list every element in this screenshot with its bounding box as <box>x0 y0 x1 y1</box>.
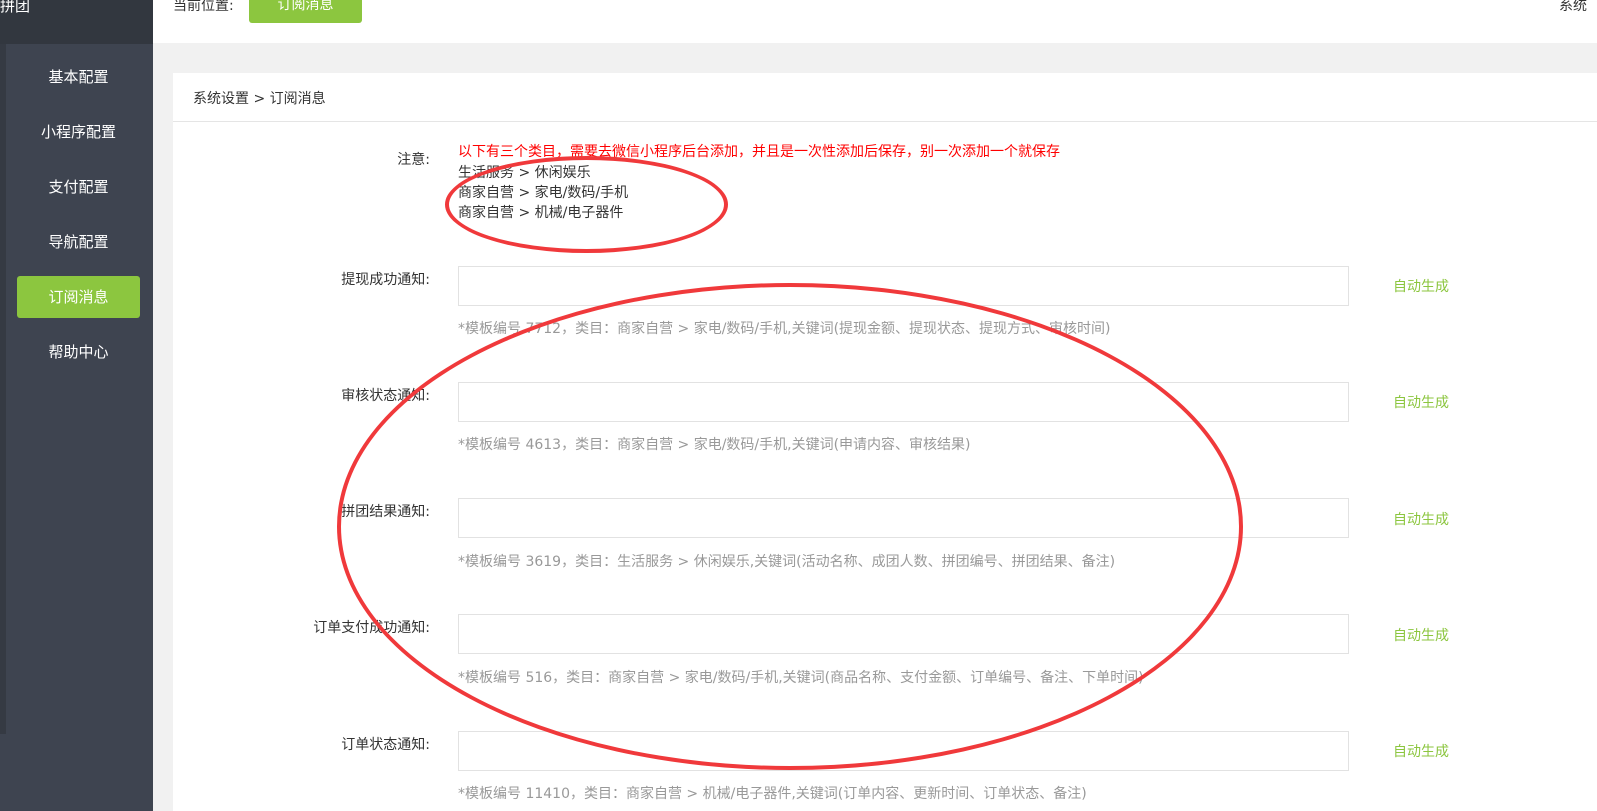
sidebar: 拼团 基本配置 小程序配置 支付配置 导航配置 订阅消息 帮助中心 <box>0 0 153 811</box>
sidebar-item-basic-config[interactable]: 基本配置 <box>17 56 140 98</box>
order-status-auto-generate-link[interactable]: 自动生成 <box>1393 741 1449 761</box>
note-category-1: 生活服务 > 休闲娱乐 <box>458 165 591 181</box>
sidebar-item-subscribe-messages[interactable]: 订阅消息 <box>17 276 140 318</box>
brand-title: 拼团 <box>0 0 31 15</box>
review-template-input[interactable] <box>458 382 1349 422</box>
top-bar: 当前位置: 订阅消息 系统 <box>153 0 1597 43</box>
review-auto-generate-link[interactable]: 自动生成 <box>1393 392 1449 412</box>
order-status-hint: *模板编号 11410，类目：商家自营 > 机械/电子器件,关键词(订单内容、更… <box>458 786 1087 802</box>
settings-panel: 系统设置 > 订阅消息 注意: 以下有三个类目，需要去微信小程序后台添加，并且是… <box>173 73 1597 811</box>
note-label: 注意: <box>397 152 430 168</box>
payment-success-auto-generate-link[interactable]: 自动生成 <box>1393 625 1449 645</box>
sidebar-item-nav-config[interactable]: 导航配置 <box>17 221 140 263</box>
group-result-template-input[interactable] <box>458 498 1349 538</box>
payment-success-hint: *模板编号 516，类目：商家自营 > 家电/数码/手机,关键词(商品名称、支付… <box>458 670 1144 686</box>
sidebar-item-payment-config[interactable]: 支付配置 <box>17 166 140 208</box>
top-right-text[interactable]: 系统 <box>1559 0 1587 15</box>
sidebar-edge <box>0 44 6 734</box>
field-label-group-result: 拼团结果通知: <box>341 504 430 520</box>
note-warning: 以下有三个类目，需要去微信小程序后台添加，并且是一次性添加后保存，别一次添加一个… <box>458 144 1060 160</box>
payment-success-template-input[interactable] <box>458 614 1349 654</box>
review-hint: *模板编号 4613，类目：商家自营 > 家电/数码/手机,关键词(申请内容、审… <box>458 437 971 453</box>
field-label-review: 审核状态通知: <box>341 388 430 404</box>
withdraw-template-input[interactable] <box>458 266 1349 306</box>
location-button[interactable]: 订阅消息 <box>249 0 362 23</box>
breadcrumb: 系统设置 > 订阅消息 <box>193 91 326 107</box>
withdraw-auto-generate-link[interactable]: 自动生成 <box>1393 276 1449 296</box>
app-window: 拼团 基本配置 小程序配置 支付配置 导航配置 订阅消息 帮助中心 当前位置: … <box>0 0 1597 811</box>
field-label-payment-success: 订单支付成功通知: <box>313 620 430 636</box>
sidebar-header: 拼团 <box>0 0 153 44</box>
order-status-template-input[interactable] <box>458 731 1349 771</box>
note-category-3: 商家自营 > 机械/电子器件 <box>458 205 624 221</box>
sidebar-item-miniprogram-config[interactable]: 小程序配置 <box>17 111 140 153</box>
group-result-hint: *模板编号 3619，类目：生活服务 > 休闲娱乐,关键词(活动名称、成团人数、… <box>458 554 1116 570</box>
group-result-auto-generate-link[interactable]: 自动生成 <box>1393 509 1449 529</box>
field-label-order-status: 订单状态通知: <box>341 737 430 753</box>
note-category-2: 商家自营 > 家电/数码/手机 <box>458 185 629 201</box>
withdraw-hint: *模板编号 7712，类目：商家自营 > 家电/数码/手机,关键词(提现金额、提… <box>458 321 1111 337</box>
location-label: 当前位置: <box>173 0 234 14</box>
field-label-withdraw: 提现成功通知: <box>341 272 430 288</box>
divider <box>173 121 1597 122</box>
sidebar-item-help-center[interactable]: 帮助中心 <box>17 331 140 373</box>
